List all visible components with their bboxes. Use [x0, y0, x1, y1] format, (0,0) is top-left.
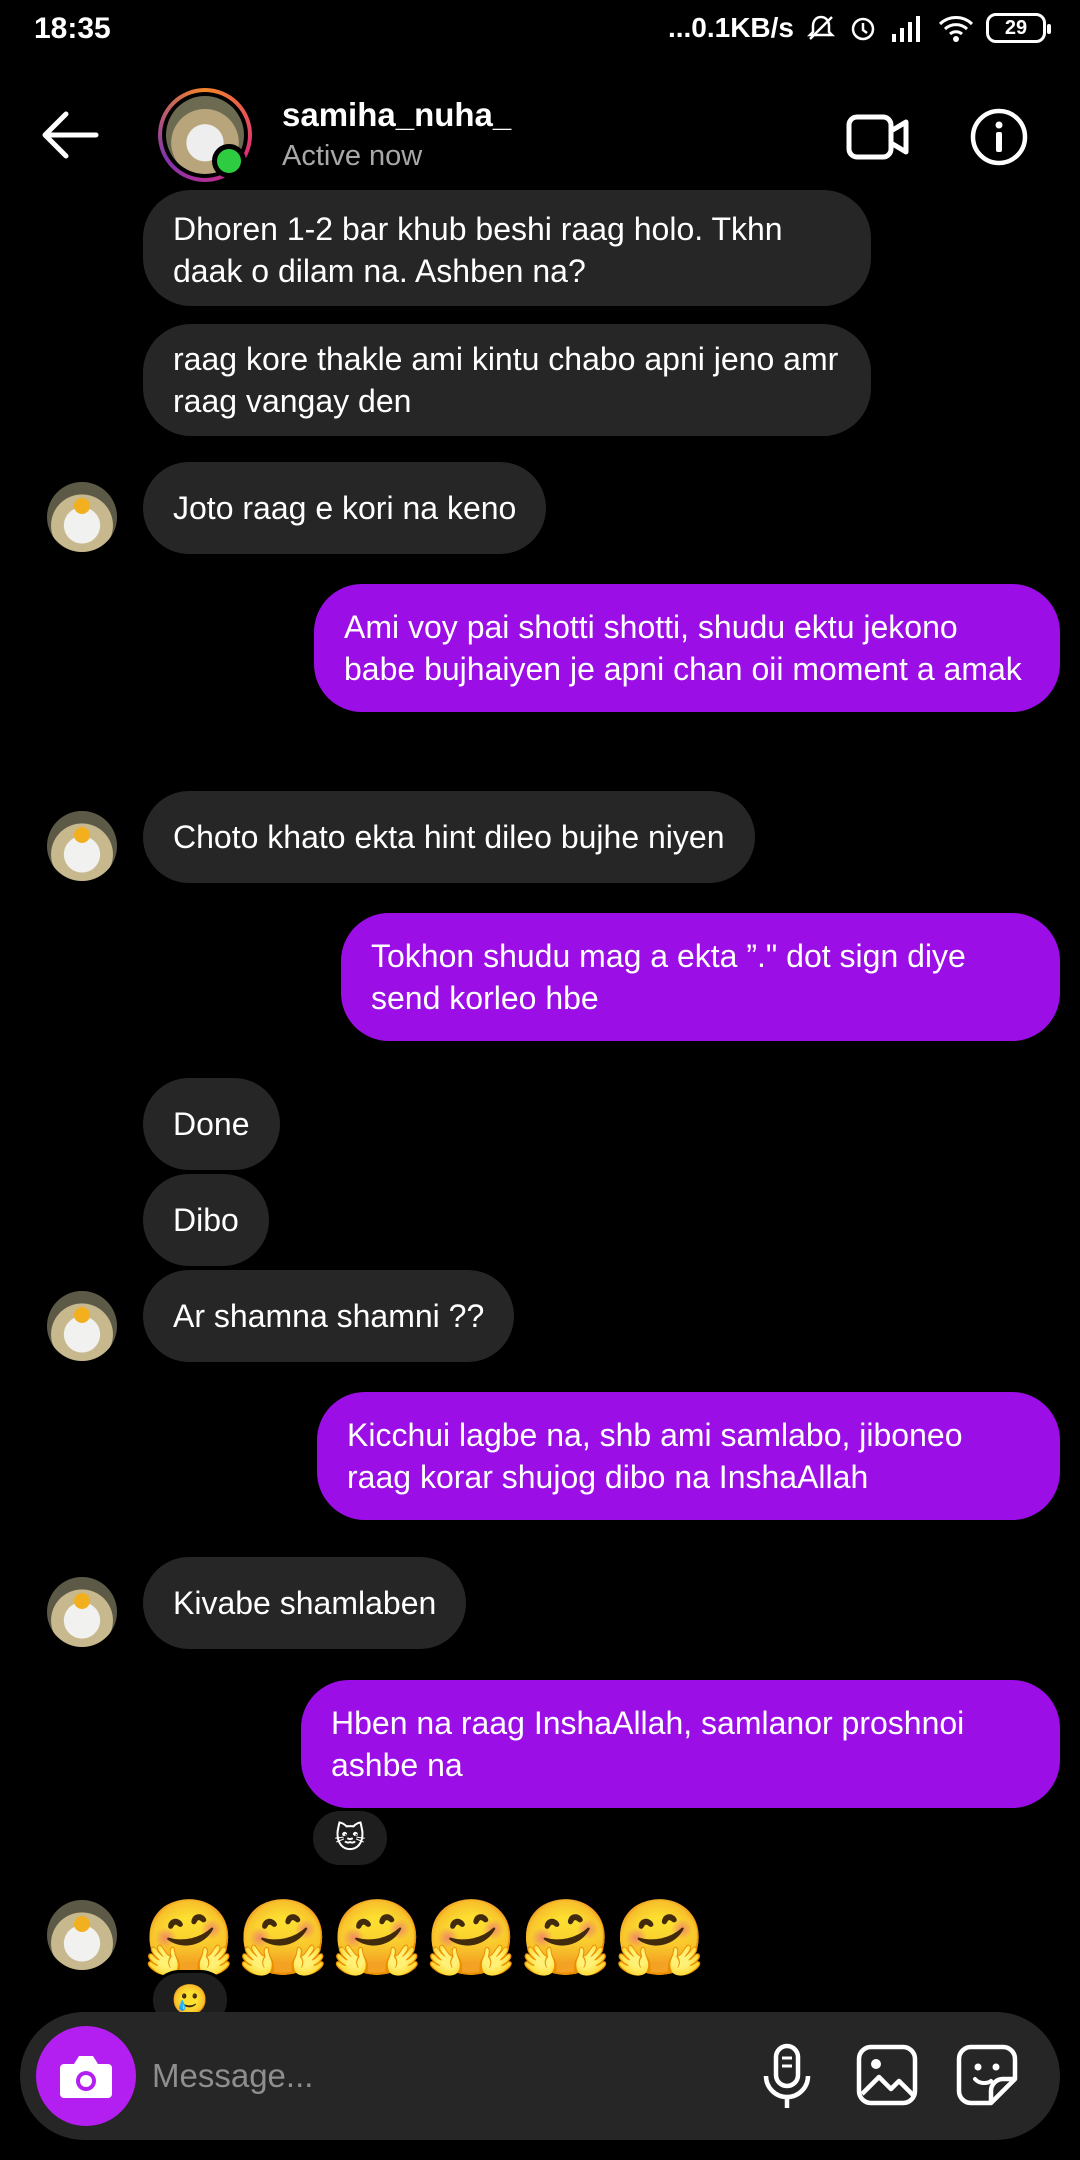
- message-reaction[interactable]: 🐱: [310, 1808, 390, 1868]
- message-bubble-outgoing[interactable]: Ami voy pai shotti shotti, shudu ektu je…: [314, 584, 1060, 712]
- message-bubble-incoming[interactable]: Joto raag e kori na keno: [143, 462, 547, 554]
- message-composer: [20, 2012, 1060, 2140]
- sender-avatar[interactable]: [47, 1577, 117, 1647]
- message-input[interactable]: [152, 2044, 712, 2108]
- message-bubble-incoming[interactable]: Dhoren 1-2 bar khub beshi raag holo. Tkh…: [143, 190, 871, 306]
- message-bubble-incoming[interactable]: Dibo: [143, 1174, 269, 1266]
- message-bubble-incoming[interactable]: raag kore thakle ami kintu chabo apni je…: [143, 324, 871, 436]
- sticker-icon[interactable]: [954, 2042, 1020, 2108]
- message-thread[interactable]: Dhoren 1-2 bar khub beshi raag holo. Tkh…: [0, 0, 1080, 2160]
- message-bubble-outgoing[interactable]: Kicchui lagbe na, shb ami samlabo, jibon…: [317, 1392, 1060, 1520]
- message-bubble-outgoing[interactable]: Tokhon shudu mag a ekta ”." dot sign diy…: [341, 913, 1060, 1041]
- microphone-icon[interactable]: [754, 2042, 820, 2112]
- sender-avatar[interactable]: [47, 482, 117, 552]
- emoji-message[interactable]: 🤗🤗🤗🤗🤗🤗: [143, 1898, 708, 1978]
- message-bubble-incoming[interactable]: Ar shamna shamni ??: [143, 1270, 515, 1362]
- sender-avatar[interactable]: [47, 1900, 117, 1970]
- camera-icon[interactable]: [36, 2026, 136, 2126]
- message-bubble-incoming[interactable]: Choto khato ekta hint dileo bujhe niyen: [143, 791, 755, 883]
- message-bubble-outgoing[interactable]: Hben na raag InshaAllah, samlanor proshn…: [301, 1680, 1060, 1808]
- message-bubble-incoming[interactable]: Kivabe shamlaben: [143, 1557, 467, 1649]
- message-bubble-incoming[interactable]: Done: [143, 1078, 280, 1170]
- gallery-icon[interactable]: [854, 2042, 920, 2108]
- sender-avatar[interactable]: [47, 1291, 117, 1361]
- sender-avatar[interactable]: [47, 811, 117, 881]
